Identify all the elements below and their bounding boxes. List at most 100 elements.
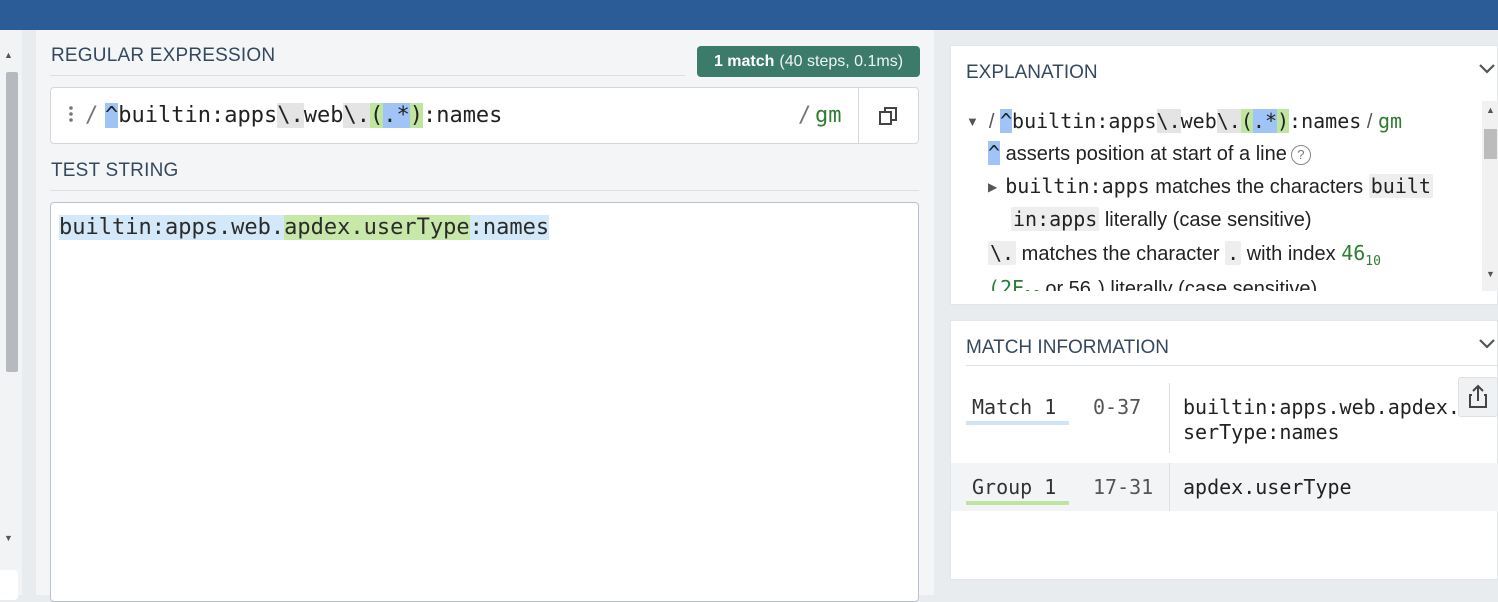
exp-star: *: [1264, 109, 1277, 133]
exp-flags: gm: [1377, 109, 1403, 133]
exp-anchor-chip: ^: [988, 141, 1001, 165]
exp-literal-chip-1: built: [1368, 174, 1433, 198]
explanation-title: EXPLANATION: [966, 62, 1098, 83]
regex-anchor: ^: [105, 103, 119, 128]
match-label: Match 1: [972, 395, 1057, 419]
exp-esc2: \.: [1216, 109, 1241, 133]
explanation-hex-line: (2E16 or 568) literally (case sensitive): [988, 276, 1317, 291]
regex-open-delimiter: /: [85, 103, 99, 128]
copy-icon[interactable]: [877, 105, 899, 127]
group-range: 17-31: [1093, 475, 1154, 499]
exp-lit2: web: [1180, 109, 1217, 133]
regex-star: *: [396, 103, 410, 128]
regex-group-close: ): [409, 103, 423, 128]
match-info-title: MATCH INFORMATION: [966, 337, 1169, 358]
help-icon[interactable]: ?: [1290, 144, 1311, 165]
regex-escape-2: \.: [343, 103, 370, 128]
scroll-down-arrow-icon[interactable]: ▼: [4, 533, 13, 543]
regex-literal-3: :names: [422, 103, 503, 128]
scroll-down-arrow-icon[interactable]: ▼: [1486, 269, 1495, 279]
exp-slash2: /: [1366, 111, 1373, 133]
match-underline: [966, 421, 1069, 425]
chevron-down-icon[interactable]: [1478, 337, 1496, 355]
group-row[interactable]: Group 1 17-31 apdex.userType: [951, 463, 1498, 511]
explanation-escape-line: \. matches the character . with index 46…: [988, 241, 1381, 269]
match-value-line-1: builtin:apps.web.apdex.u: [1183, 395, 1472, 419]
regex-close-delimiter: /: [798, 103, 812, 128]
scroll-up-arrow-icon[interactable]: ▲: [1486, 105, 1495, 115]
test-title-rule: [50, 190, 919, 191]
scroll-up-arrow-icon[interactable]: ▲: [4, 50, 13, 60]
match-info-title-rule: [966, 365, 1498, 366]
exp-escape-index-base: 10: [1365, 254, 1381, 269]
exp-hex-sensitive: ) literally (case sensitive): [1098, 278, 1318, 291]
expand-triangle-icon[interactable]: ▼: [966, 114, 979, 129]
group-label: Group 1: [972, 475, 1057, 499]
exp-escape-text: matches the character: [1021, 243, 1220, 265]
share-icon[interactable]: [1458, 377, 1498, 417]
regex-section-title: REGULAR EXPRESSION: [51, 45, 276, 66]
exp-open: (: [1240, 109, 1253, 133]
exp-esc1: \.: [1156, 109, 1181, 133]
scroll-thumb[interactable]: [6, 72, 18, 372]
explanation-content: ▼ / ^builtin:apps\.web\.(.*):names / gm ^…: [951, 106, 1483, 291]
explanation-tree-line: ▼ / ^builtin:apps\.web\.(.*):names / gm: [966, 109, 1402, 134]
explanation-anchor-line: ^ asserts position at start of a line?: [988, 141, 1311, 166]
exp-hex-base: 16: [1024, 289, 1040, 291]
exp-literal-sensitive: literally (case sensitive): [1104, 209, 1312, 231]
regex-dot: .: [383, 103, 397, 128]
explanation-scroll-thumb[interactable]: [1484, 129, 1497, 159]
exp-escape-dot-chip: .: [1225, 241, 1242, 265]
match-range: 0-37: [1093, 395, 1142, 419]
test-string-input[interactable]: builtin:apps.web.apdex.userType:names: [50, 202, 919, 602]
exp-literal-chip-2: in:apps: [1011, 207, 1100, 231]
group-highlight: apdex.userType: [284, 215, 470, 240]
exp-literal-code: builtin:apps: [1005, 174, 1150, 198]
chevron-down-icon[interactable]: [1478, 62, 1496, 80]
group-row-separator: [1169, 463, 1170, 511]
test-section-title: TEST STRING: [51, 160, 179, 181]
exp-escape-chip: \.: [988, 241, 1017, 265]
regex-literal-1: builtin:apps: [118, 103, 278, 128]
match-value-line-2: serType:names: [1183, 420, 1340, 444]
regex-divider: [858, 88, 859, 143]
match-count: 1 match: [713, 52, 775, 70]
exp-slash: /: [988, 111, 995, 133]
match-information-panel: MATCH INFORMATION Match 1 0-37 builtin:a…: [950, 320, 1498, 580]
regex-expression[interactable]: ^builtin:apps\.web\.(.*):names: [105, 103, 502, 128]
regex-input[interactable]: / ^builtin:apps\.web\.(.*):names / gm: [50, 87, 919, 144]
exp-octal: or 56: [1045, 278, 1091, 291]
exp-dot: .: [1252, 109, 1265, 133]
exp-anchor-text: asserts position at start of a line: [1005, 143, 1287, 165]
regex-literal-2: web: [303, 103, 344, 128]
side-tab[interactable]: [0, 570, 18, 600]
regex-group-open: (: [369, 103, 384, 128]
match-steps: (40 steps, 0.1ms): [779, 52, 904, 70]
exp-lit1: builtin:apps: [1012, 109, 1157, 133]
match-row[interactable]: Match 1 0-37 builtin:apps.web.apdex.u se…: [951, 383, 1498, 453]
match-highlight-post: :names: [469, 215, 550, 240]
regex-title-rule: [50, 75, 685, 76]
match-highlight-pre: builtin:apps.web.: [59, 215, 285, 240]
explanation-literal-line: ▶ builtin:apps matches the characters bui…: [988, 174, 1433, 199]
explanation-panel: EXPLANATION ▼ / ^builtin:apps\.web\.(.*):…: [950, 45, 1498, 305]
exp-escape-index-text: with index: [1246, 243, 1336, 265]
test-string-text[interactable]: builtin:apps.web.apdex.userType:names: [59, 215, 550, 240]
exp-lit3: :names: [1289, 109, 1362, 133]
explanation-scrollbar[interactable]: ▲ ▼: [1482, 101, 1498, 291]
match-count-badge: 1 match (40 steps, 0.1ms): [697, 46, 920, 77]
exp-escape-index: 46: [1341, 241, 1366, 265]
exp-literal-text: matches the characters: [1155, 176, 1364, 198]
match-row-separator: [1169, 383, 1170, 453]
left-scrollbar[interactable]: ▲ ▼: [0, 30, 22, 600]
exp-hex: (2E: [988, 276, 1025, 291]
vertical-dots-icon[interactable]: [69, 105, 73, 128]
regex-flags[interactable]: gm: [815, 103, 842, 128]
top-navigation-bar: [0, 0, 1498, 30]
group-value: apdex.userType: [1183, 475, 1352, 499]
expand-right-triangle-icon[interactable]: ▶: [988, 180, 997, 194]
exp-anchor: ^: [1000, 109, 1013, 133]
group-underline: [966, 501, 1069, 505]
regex-escape-1: \.: [277, 103, 304, 128]
exp-close: ): [1277, 109, 1290, 133]
